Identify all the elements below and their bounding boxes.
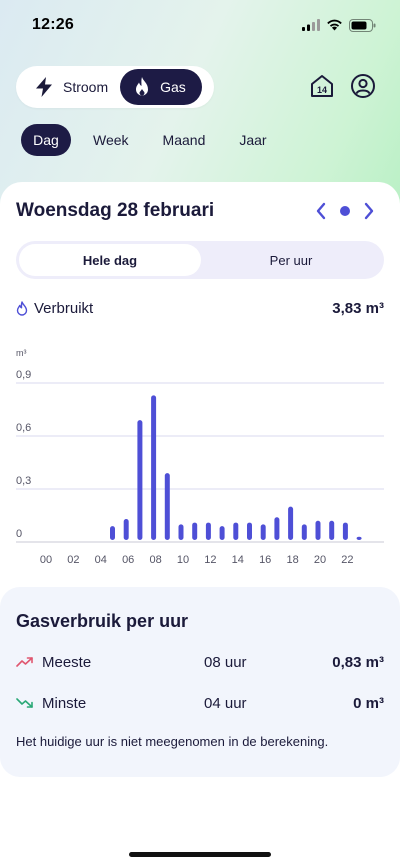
usage-row: Verbruikt 3,83 m³	[16, 297, 384, 319]
chevron-right-icon	[364, 202, 374, 220]
today-dot-button[interactable]	[340, 206, 350, 216]
date-navigation	[310, 200, 380, 222]
home-calendar-icon: 14	[311, 75, 333, 97]
calendar-day-number: 14	[317, 85, 327, 95]
battery-icon	[349, 18, 376, 32]
stroom-label: Stroom	[63, 79, 109, 95]
bar-hour-17	[274, 517, 280, 540]
bar-hour-05	[110, 526, 115, 540]
bar-hour-11	[192, 522, 198, 540]
x-tick-label: 08	[149, 554, 161, 566]
y-tick-label: 0	[16, 528, 22, 540]
x-tick-label: 14	[232, 554, 244, 566]
x-tick-label: 10	[177, 554, 189, 566]
most-usage-row: Meeste 08 uur 0,83 m³	[16, 650, 384, 674]
whole-day-option[interactable]: Hele dag	[19, 244, 201, 276]
wifi-icon	[327, 19, 342, 31]
least-usage-hour: 04 uur	[204, 694, 247, 712]
least-usage-row: Minste 04 uur 0 m³	[16, 691, 384, 715]
view-toggle: Hele dag Per uur	[16, 241, 384, 279]
status-time: 12:26	[32, 16, 74, 33]
trend-up-icon	[16, 657, 33, 667]
usage-label: Verbruikt	[34, 299, 94, 317]
tab-jaar[interactable]: Jaar	[227, 124, 278, 156]
bar-hour-19	[301, 524, 307, 540]
tab-dag[interactable]: Dag	[21, 124, 71, 156]
summary-note: Het huidige uur is niet meegenomen in de…	[16, 734, 329, 749]
calendar-home-button[interactable]: 14	[308, 72, 336, 100]
period-tabs: Dag Week Maand Jaar	[21, 124, 289, 156]
bar-hour-13	[219, 526, 225, 540]
profile-button[interactable]	[349, 72, 377, 100]
y-tick-label: 0,9	[16, 369, 31, 381]
flame-outline-icon	[16, 300, 28, 316]
bar-hour-07	[137, 420, 143, 540]
x-tick-label: 16	[259, 554, 271, 566]
date-title: Woensdag 28 februari	[16, 200, 215, 221]
gas-option[interactable]: Gas	[120, 69, 202, 105]
chevron-left-icon	[316, 202, 326, 220]
bar-hour-12	[205, 522, 211, 540]
next-day-button[interactable]	[358, 200, 380, 222]
bar-hour-15	[247, 522, 252, 540]
bar-hour-23	[356, 536, 362, 540]
least-usage-label-group: Minste	[16, 695, 204, 712]
status-bar: 12:26	[0, 0, 400, 50]
bar-hour-22	[342, 522, 348, 540]
bar-hour-09	[164, 473, 170, 540]
home-indicator[interactable]	[129, 852, 271, 857]
x-tick-label: 12	[204, 554, 216, 566]
bar-hour-16	[260, 524, 266, 540]
per-hour-option[interactable]: Per uur	[201, 244, 381, 276]
most-usage-hour: 08 uur	[204, 653, 247, 671]
stroom-option[interactable]: Stroom	[19, 69, 120, 105]
most-usage-value: 0,83 m³	[332, 653, 384, 671]
bar-hour-18	[288, 506, 294, 540]
bar-hour-20	[315, 520, 321, 540]
most-usage-label: Meeste	[42, 653, 92, 671]
x-tick-label: 00	[40, 554, 52, 566]
least-usage-label: Minste	[42, 694, 87, 712]
gas-label: Gas	[160, 79, 186, 95]
lightning-icon	[36, 77, 52, 97]
usage-value: 3,83 m³	[332, 299, 384, 317]
x-tick-label: 22	[341, 554, 353, 566]
trend-down-icon	[16, 698, 33, 708]
x-tick-label: 02	[67, 554, 79, 566]
bar-hour-21	[329, 520, 335, 540]
gas-usage-chart: m³ 0 0,3 0,6 0,9 00 02 04 06 08 10 12 14 16 18 20 22	[0, 340, 400, 580]
bar-hour-10	[178, 524, 184, 540]
chart-svg: m³ 0 0,3 0,6 0,9 00 02 04 06 08 10 12 14 16 18 20 22	[16, 348, 384, 566]
tab-week[interactable]: Week	[81, 124, 141, 156]
y-tick-label: 0,6	[16, 422, 31, 434]
x-tick-label: 04	[95, 554, 107, 566]
user-icon	[351, 74, 375, 98]
tab-maand[interactable]: Maand	[151, 124, 218, 156]
y-axis-unit-label: m³	[16, 348, 27, 358]
flame-icon	[136, 77, 149, 96]
previous-day-button[interactable]	[310, 200, 332, 222]
most-usage-label-group: Meeste	[16, 654, 204, 671]
status-icons	[302, 18, 376, 32]
least-usage-value: 0 m³	[353, 694, 384, 712]
x-tick-label: 06	[122, 554, 134, 566]
signal-icon	[302, 19, 320, 31]
x-tick-label: 20	[314, 554, 326, 566]
usage-label-group: Verbruikt	[16, 300, 93, 317]
energy-type-toggle: Stroom Gas	[16, 66, 214, 108]
x-tick-label: 18	[286, 554, 298, 566]
bar-hour-06	[123, 519, 129, 540]
summary-title: Gasverbruik per uur	[16, 611, 189, 631]
y-tick-label: 0,3	[16, 475, 31, 487]
bar-hour-08	[151, 395, 157, 540]
bar-hour-14	[233, 522, 239, 540]
